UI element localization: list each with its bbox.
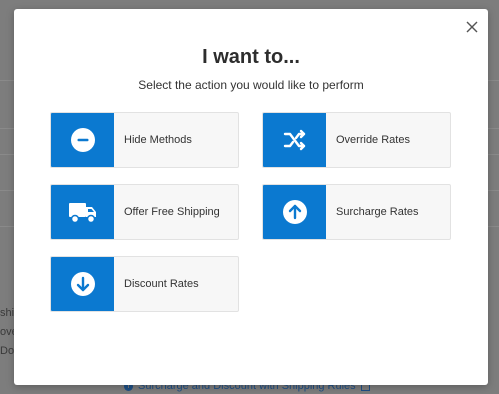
- shuffle-icon: [283, 129, 305, 151]
- modal-subtitle: Select the action you would like to perf…: [138, 78, 364, 92]
- option-label: Override Rates: [336, 134, 410, 146]
- option-label: Hide Methods: [124, 134, 192, 146]
- option-icon-box: [51, 257, 114, 311]
- backdrop-text: shi: [0, 307, 15, 319]
- option-icon-box: [263, 185, 326, 239]
- action-picker-modal: I want to... Select the action you would…: [14, 9, 488, 385]
- option-hide-methods[interactable]: Hide Methods: [50, 112, 239, 168]
- arrow-up-circle-icon: [282, 200, 307, 224]
- option-label: Surcharge Rates: [336, 206, 419, 218]
- option-surcharge-rates[interactable]: Surcharge Rates: [262, 184, 451, 240]
- modal-title: I want to...: [202, 46, 300, 68]
- minus-circle-icon: [70, 128, 95, 152]
- option-icon-box: [51, 185, 114, 239]
- close-button[interactable]: [464, 19, 480, 35]
- option-label: Offer Free Shipping: [124, 206, 220, 218]
- close-icon: [466, 21, 478, 33]
- arrow-down-circle-icon: [70, 272, 95, 296]
- option-offer-free-shipping[interactable]: Offer Free Shipping: [50, 184, 239, 240]
- option-icon-box: [51, 113, 114, 167]
- option-icon-box: [263, 113, 326, 167]
- truck-icon: [68, 203, 96, 224]
- option-label: Discount Rates: [124, 278, 199, 290]
- option-discount-rates[interactable]: Discount Rates: [50, 256, 239, 312]
- option-override-rates[interactable]: Override Rates: [262, 112, 451, 168]
